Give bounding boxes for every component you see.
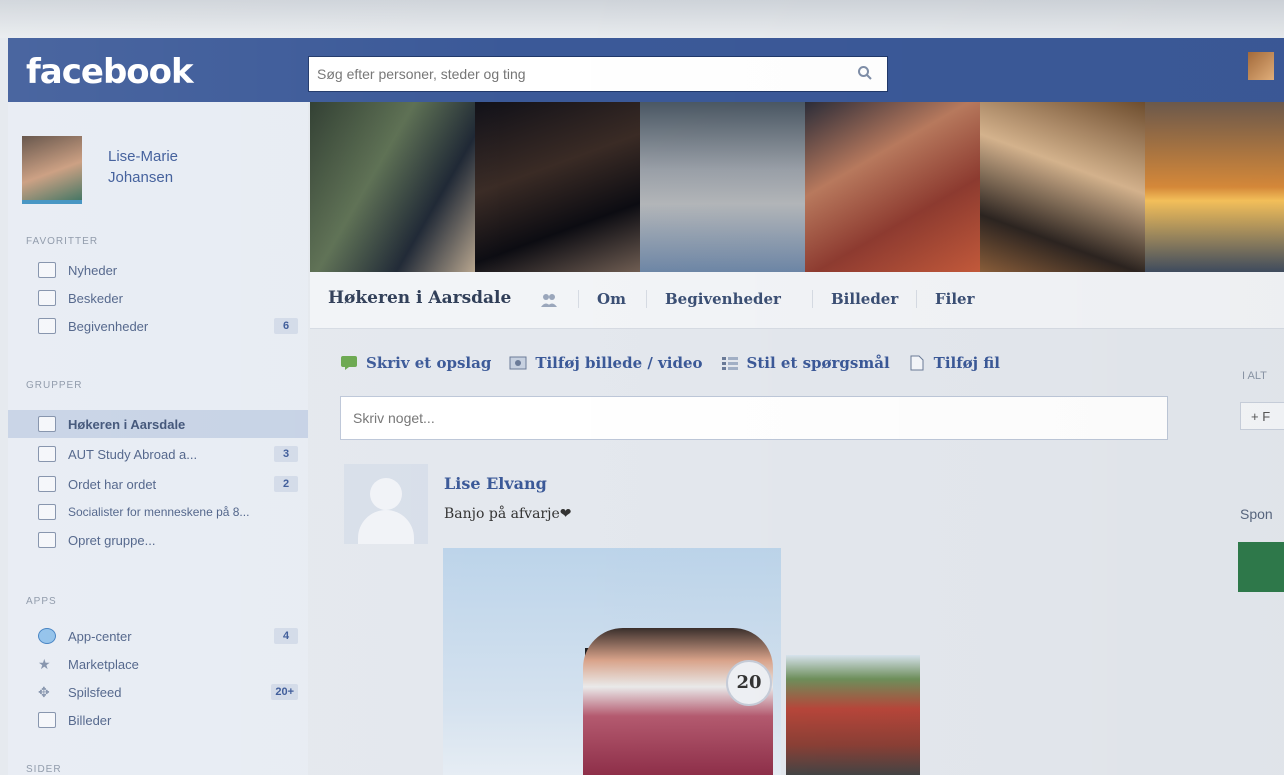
sponsored-heading: Spon — [1240, 506, 1273, 522]
sidebar-item-aut-study[interactable]: AUT Study Abroad a... 3 — [8, 440, 308, 468]
events-icon — [38, 318, 56, 334]
cover-photo-1 — [310, 102, 475, 272]
search-box[interactable] — [308, 56, 888, 92]
profile-name[interactable]: Lise-Marie Johansen — [108, 146, 218, 188]
write-post-icon — [341, 356, 357, 370]
facebook-logo[interactable]: facebook — [26, 52, 194, 92]
sidebar-item-hokeren[interactable]: Høkeren i Aarsdale — [8, 410, 308, 438]
sidebar-item-label: AUT Study Abroad a... — [68, 446, 198, 462]
group-cover-photo[interactable] — [310, 102, 1284, 272]
sidebar-item-label: Beskeder — [68, 290, 123, 306]
sidebar-item-ordet[interactable]: Ordet har ordet 2 — [8, 470, 308, 498]
cover-photo-6 — [1145, 102, 1284, 272]
photo-count-badge: 20 — [726, 660, 772, 706]
group-icon — [38, 416, 56, 432]
tab-files[interactable]: Filer — [916, 290, 975, 308]
top-bar: facebook — [8, 38, 1284, 102]
add-file-icon — [910, 355, 924, 371]
search-icon[interactable] — [857, 65, 873, 81]
photos-icon — [38, 712, 56, 728]
post-author-name[interactable]: Lise Elvang — [444, 474, 547, 493]
avatar-silhouette-body — [358, 510, 414, 544]
cover-photo-5 — [980, 102, 1145, 272]
tab-events[interactable]: Begivenheder — [646, 290, 781, 308]
cover-photo-3 — [640, 102, 805, 272]
sidebar-item-socialister[interactable]: Socialister for menneskene på 8... — [8, 498, 308, 526]
monitor-bezel — [0, 0, 1284, 38]
add-photo-button[interactable]: Tilføj billede / video — [509, 354, 703, 372]
tab-about[interactable]: Om — [578, 290, 626, 308]
ask-question-label: Stil et spørgsmål — [746, 354, 890, 372]
avatar-silhouette-head — [370, 478, 402, 510]
group-count-badge: 2 — [274, 476, 298, 492]
user-avatar[interactable] — [1248, 52, 1274, 80]
sidebar-item-app-center[interactable]: App-center 4 — [8, 622, 308, 650]
create-group-icon — [38, 532, 56, 548]
group-icon — [38, 446, 56, 462]
marketplace-icon: ★ — [38, 656, 51, 672]
app-center-count-badge: 4 — [274, 628, 298, 644]
add-photo-icon — [509, 356, 527, 370]
apps-heading: APPS — [26, 596, 57, 607]
sidebar-item-marketplace[interactable]: ★ Marketplace — [8, 650, 308, 678]
profile-link[interactable]: Lise-Marie Johansen — [22, 136, 218, 204]
post-input[interactable] — [341, 397, 1165, 439]
app-center-icon — [38, 628, 56, 644]
group-count-badge: 3 — [274, 446, 298, 462]
post-photo-secondary[interactable] — [786, 655, 920, 775]
write-post-label: Skriv et opslag — [366, 354, 492, 372]
sidebar-item-label: Høkeren i Aarsdale — [68, 416, 186, 432]
messages-icon — [38, 290, 56, 306]
pages-heading: SIDER — [26, 764, 62, 775]
group-title[interactable]: Høkeren i Aarsdale — [328, 288, 511, 308]
games-icon: ✥ — [38, 684, 50, 700]
group-icon — [38, 476, 56, 492]
sidebar-item-label: Billeder — [68, 712, 112, 728]
sidebar-item-messages[interactable]: Beskeder — [8, 284, 308, 312]
members-icon — [541, 294, 557, 307]
add-photo-label: Tilføj billede / video — [535, 354, 703, 372]
ask-question-icon — [721, 357, 738, 370]
group-nav-bar: Høkeren i Aarsdale Om Begivenheder Bille… — [310, 272, 1284, 329]
news-icon — [38, 262, 56, 278]
add-file-button[interactable]: Tilføj fil — [908, 354, 1000, 372]
post-photo[interactable] — [443, 548, 781, 775]
sidebar-item-label: App-center — [68, 628, 132, 644]
sidebar-item-label: Opret gruppe... — [68, 532, 156, 548]
sidebar-item-label: Begivenheder — [68, 318, 149, 334]
favorites-heading: FAVORITTER — [26, 236, 99, 247]
composer-actions: Skriv et opslag Tilføj billede / video S… — [340, 348, 1018, 378]
sidebar-item-news[interactable]: Nyheder — [8, 256, 308, 284]
events-count-badge: 6 — [274, 318, 298, 334]
groups-heading: GRUPPER — [26, 380, 83, 391]
sidebar-item-label: Nyheder — [68, 262, 118, 278]
group-icon — [38, 504, 56, 520]
right-column-add-button[interactable]: + F — [1240, 402, 1284, 430]
profile-picture[interactable] — [22, 136, 82, 204]
sponsored-ad-image[interactable] — [1238, 542, 1284, 592]
sidebar-item-label: Spilsfeed — [68, 684, 122, 700]
tab-photos[interactable]: Billeder — [812, 290, 898, 308]
sidebar-item-create-group[interactable]: Opret gruppe... — [8, 526, 308, 554]
games-count-badge: 20+ — [271, 684, 298, 700]
sidebar-item-label: Ordet har ordet — [68, 476, 157, 492]
search-input[interactable] — [309, 57, 855, 91]
left-sidebar: Lise-Marie Johansen FAVORITTER Nyheder B… — [8, 102, 308, 775]
sidebar-item-games[interactable]: ✥ Spilsfeed 20+ — [8, 678, 308, 706]
post-author-avatar[interactable] — [344, 464, 428, 544]
sidebar-item-label: Marketplace — [68, 656, 139, 672]
sidebar-item-label: Socialister for menneskene på 8... — [68, 505, 250, 519]
write-post-button[interactable]: Skriv et opslag — [340, 354, 491, 372]
add-file-label: Tilføj fil — [933, 354, 1000, 372]
post-text: Banjo på afvarje❤ — [444, 506, 572, 522]
right-column-label: I ALT — [1242, 370, 1267, 382]
sidebar-item-photos[interactable]: Billeder — [8, 706, 308, 734]
cover-photo-4 — [805, 102, 980, 272]
sidebar-item-events[interactable]: Begivenheder 6 — [8, 312, 308, 340]
cover-photo-2 — [475, 102, 640, 272]
post-input-box[interactable] — [340, 396, 1168, 440]
ask-question-button[interactable]: Stil et spørgsmål — [721, 354, 890, 372]
